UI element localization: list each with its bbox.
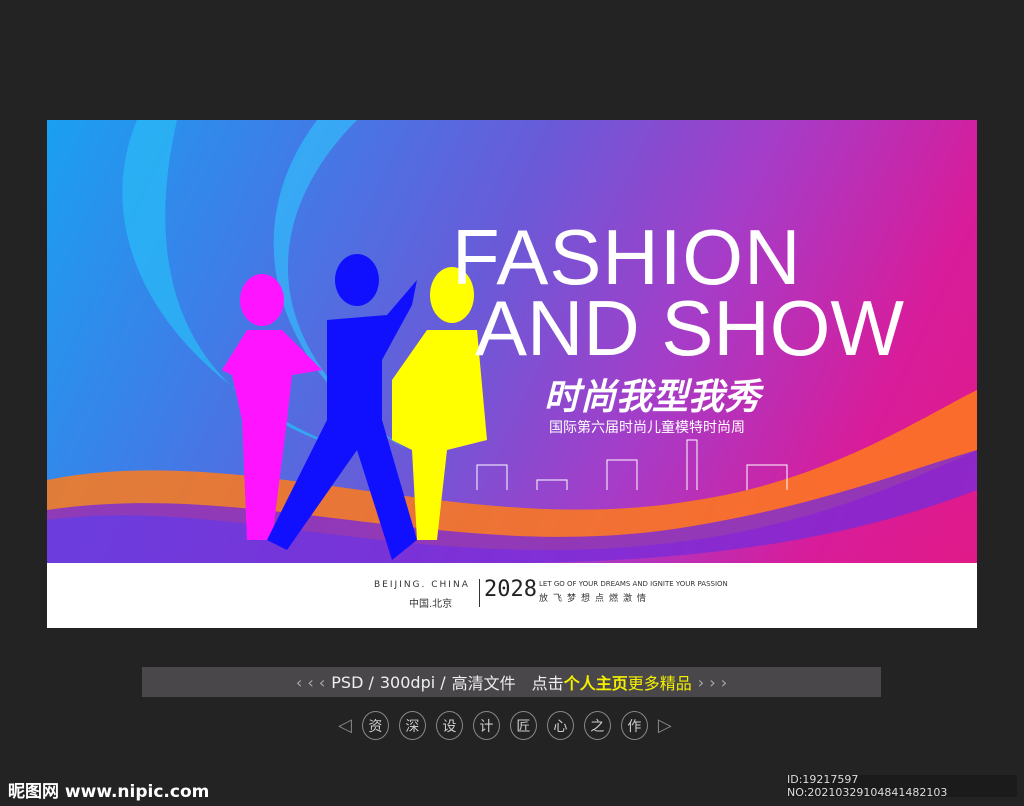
- motto-char: 匠: [509, 711, 537, 740]
- dpi-label: 300dpi /: [379, 672, 446, 692]
- tagline-en: LET GO OF YOUR DREAMS AND IGNITE YOUR PA…: [539, 580, 728, 588]
- motto-char: 设: [435, 711, 463, 740]
- format-label: PSD /: [331, 672, 374, 692]
- location-en: BEIJING. CHINA: [374, 580, 470, 590]
- motto-char: 深: [398, 711, 426, 740]
- triangle-right-icon: ▷: [657, 715, 672, 736]
- motto-char: 计: [472, 711, 500, 740]
- motto-char: 之: [583, 711, 611, 740]
- chevron-left-icon: ‹ ‹ ‹: [295, 672, 326, 692]
- click-label: 点击: [531, 674, 564, 693]
- info-bar[interactable]: ‹ ‹ ‹ PSD / 300dpi / 高清文件 点击 个人主页 更多精品 › ›…: [142, 667, 881, 697]
- homepage-link[interactable]: 个人主页: [564, 670, 628, 694]
- poster-image: FASHION AND SHOW 时尚我型我秀 国际第六届时尚儿童模特时尚周 B…: [47, 120, 977, 628]
- motto-char: 心: [546, 711, 574, 740]
- poster-footer: BEIJING. CHINA 中国.北京 2028 LET GO OF YOUR…: [47, 563, 977, 628]
- nipic-logo: 昵图网 www.nipic.com: [8, 782, 210, 802]
- city-skyline: [476, 439, 788, 490]
- image-id: ID:19217597 NO:20210329104841482103: [787, 773, 1017, 799]
- divider: [479, 579, 480, 607]
- title-and-show: AND SHOW: [475, 284, 904, 372]
- motto-char: 资: [361, 711, 389, 740]
- quality-label: 高清文件: [451, 674, 516, 693]
- tagline-cn: 放飞梦想点燃激情: [539, 594, 652, 604]
- location-cn: 中国.北京: [409, 599, 453, 610]
- slogan: 时尚我型我秀: [544, 377, 761, 418]
- year: 2028: [484, 577, 537, 602]
- more-label: 更多精品: [627, 674, 692, 693]
- motto-row: ◁ 资 深 设 计 匠 心 之 作 ▷: [338, 711, 672, 740]
- chevron-right-icon: › › ›: [697, 672, 728, 692]
- triangle-left-icon: ◁: [338, 715, 352, 736]
- motto-char: 作: [620, 711, 648, 740]
- subtitle: 国际第六届时尚儿童模特时尚周: [549, 420, 745, 436]
- poster-artwork: FASHION AND SHOW 时尚我型我秀 国际第六届时尚儿童模特时尚周: [47, 120, 977, 563]
